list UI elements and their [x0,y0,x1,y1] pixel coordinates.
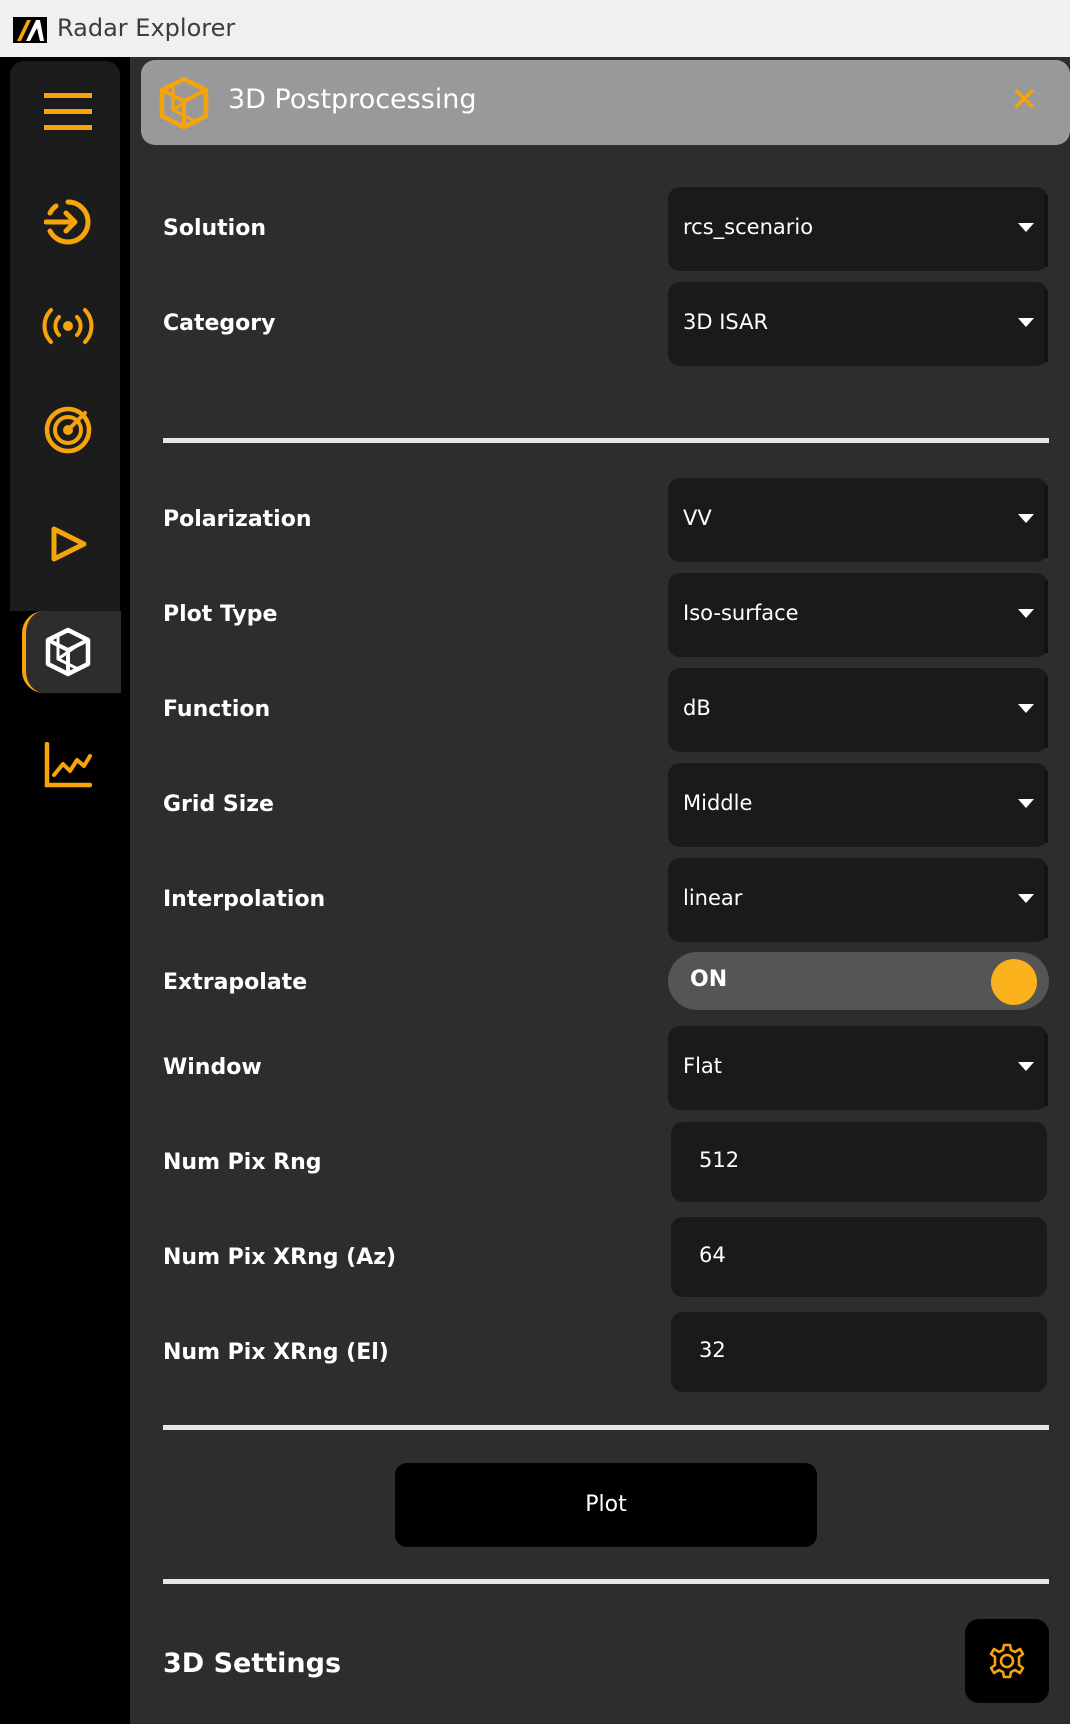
title-bar: Radar Explorer [0,0,1070,57]
gear-icon [989,1643,1025,1679]
toggle-knob [991,959,1037,1005]
grid-size-label: Grid Size [163,792,274,817]
extrapolate-state: ON [690,967,728,992]
extrapolate-toggle[interactable]: ON [668,952,1049,1010]
settings-button[interactable] [965,1619,1049,1703]
num-pix-xrng-az-value: 64 [699,1243,726,1267]
window-label: Window [163,1055,262,1080]
divider [163,1425,1049,1430]
plot-type-label: Plot Type [163,602,278,627]
chevron-down-icon [1018,799,1034,808]
divider [163,1579,1049,1584]
cube-icon [45,627,91,677]
num-pix-xrng-el-label: Num Pix XRng (El) [163,1340,389,1365]
extrapolate-label: Extrapolate [163,970,308,995]
num-pix-xrng-az-label: Num Pix XRng (Az) [163,1245,397,1270]
category-select[interactable]: 3D ISAR [668,282,1048,366]
chart-icon [44,742,92,788]
plot-button[interactable]: Plot [395,1463,817,1547]
divider [163,438,1049,443]
header-cube-icon [156,75,212,131]
interpolation-label: Interpolation [163,887,326,912]
function-label: Function [163,697,271,722]
play-icon [51,526,87,562]
num-pix-xrng-el-input[interactable]: 32 [671,1312,1047,1392]
function-value: dB [683,696,711,720]
sidebar-item-charts[interactable] [30,727,106,803]
plot-type-select[interactable]: Iso-surface [668,573,1048,657]
category-label: Category [163,311,276,336]
sidebar-item-3d-postprocessing-icon[interactable] [30,614,106,690]
import-icon [44,199,91,245]
close-icon[interactable]: ✕ [1010,83,1039,117]
chevron-down-icon [1018,223,1034,232]
settings-title: 3D Settings [163,1648,342,1679]
radar-icon [44,406,92,454]
interpolation-value: linear [683,886,743,910]
plot-type-value: Iso-surface [683,601,799,625]
interpolation-select[interactable]: linear [668,858,1048,942]
sidebar-item-radar[interactable] [30,392,106,468]
polarization-label: Polarization [163,507,312,532]
num-pix-rng-input[interactable]: 512 [671,1122,1047,1202]
sidebar-item-import[interactable] [30,184,106,260]
app-logo-icon [13,17,47,43]
chevron-down-icon [1018,318,1034,327]
plot-button-label: Plot [585,1492,627,1517]
num-pix-xrng-az-input[interactable]: 64 [671,1217,1047,1297]
num-pix-rng-label: Num Pix Rng [163,1150,322,1175]
sidebar-item-antenna[interactable] [30,288,106,364]
panel-title: 3D Postprocessing [228,84,477,115]
solution-label: Solution [163,216,266,241]
function-select[interactable]: dB [668,668,1048,752]
antenna-icon [42,308,94,344]
solution-select[interactable]: rcs_scenario [668,187,1048,271]
chevron-down-icon [1018,704,1034,713]
chevron-down-icon [1018,514,1034,523]
chevron-down-icon [1018,609,1034,618]
grid-size-select[interactable]: Middle [668,763,1048,847]
grid-size-value: Middle [683,791,753,815]
app-title: Radar Explorer [57,14,236,42]
num-pix-rng-value: 512 [699,1148,740,1172]
polarization-select[interactable]: VV [668,478,1048,562]
solution-value: rcs_scenario [683,215,814,239]
sidebar-item-run[interactable] [30,506,106,582]
window-select[interactable]: Flat [668,1026,1048,1110]
num-pix-xrng-el-value: 32 [699,1338,726,1362]
chevron-down-icon [1018,1062,1034,1071]
chevron-down-icon [1018,894,1034,903]
category-value: 3D ISAR [683,310,769,334]
menu-button[interactable] [30,73,106,149]
menu-icon [44,93,92,130]
polarization-value: VV [683,506,712,530]
window-value: Flat [683,1054,723,1078]
